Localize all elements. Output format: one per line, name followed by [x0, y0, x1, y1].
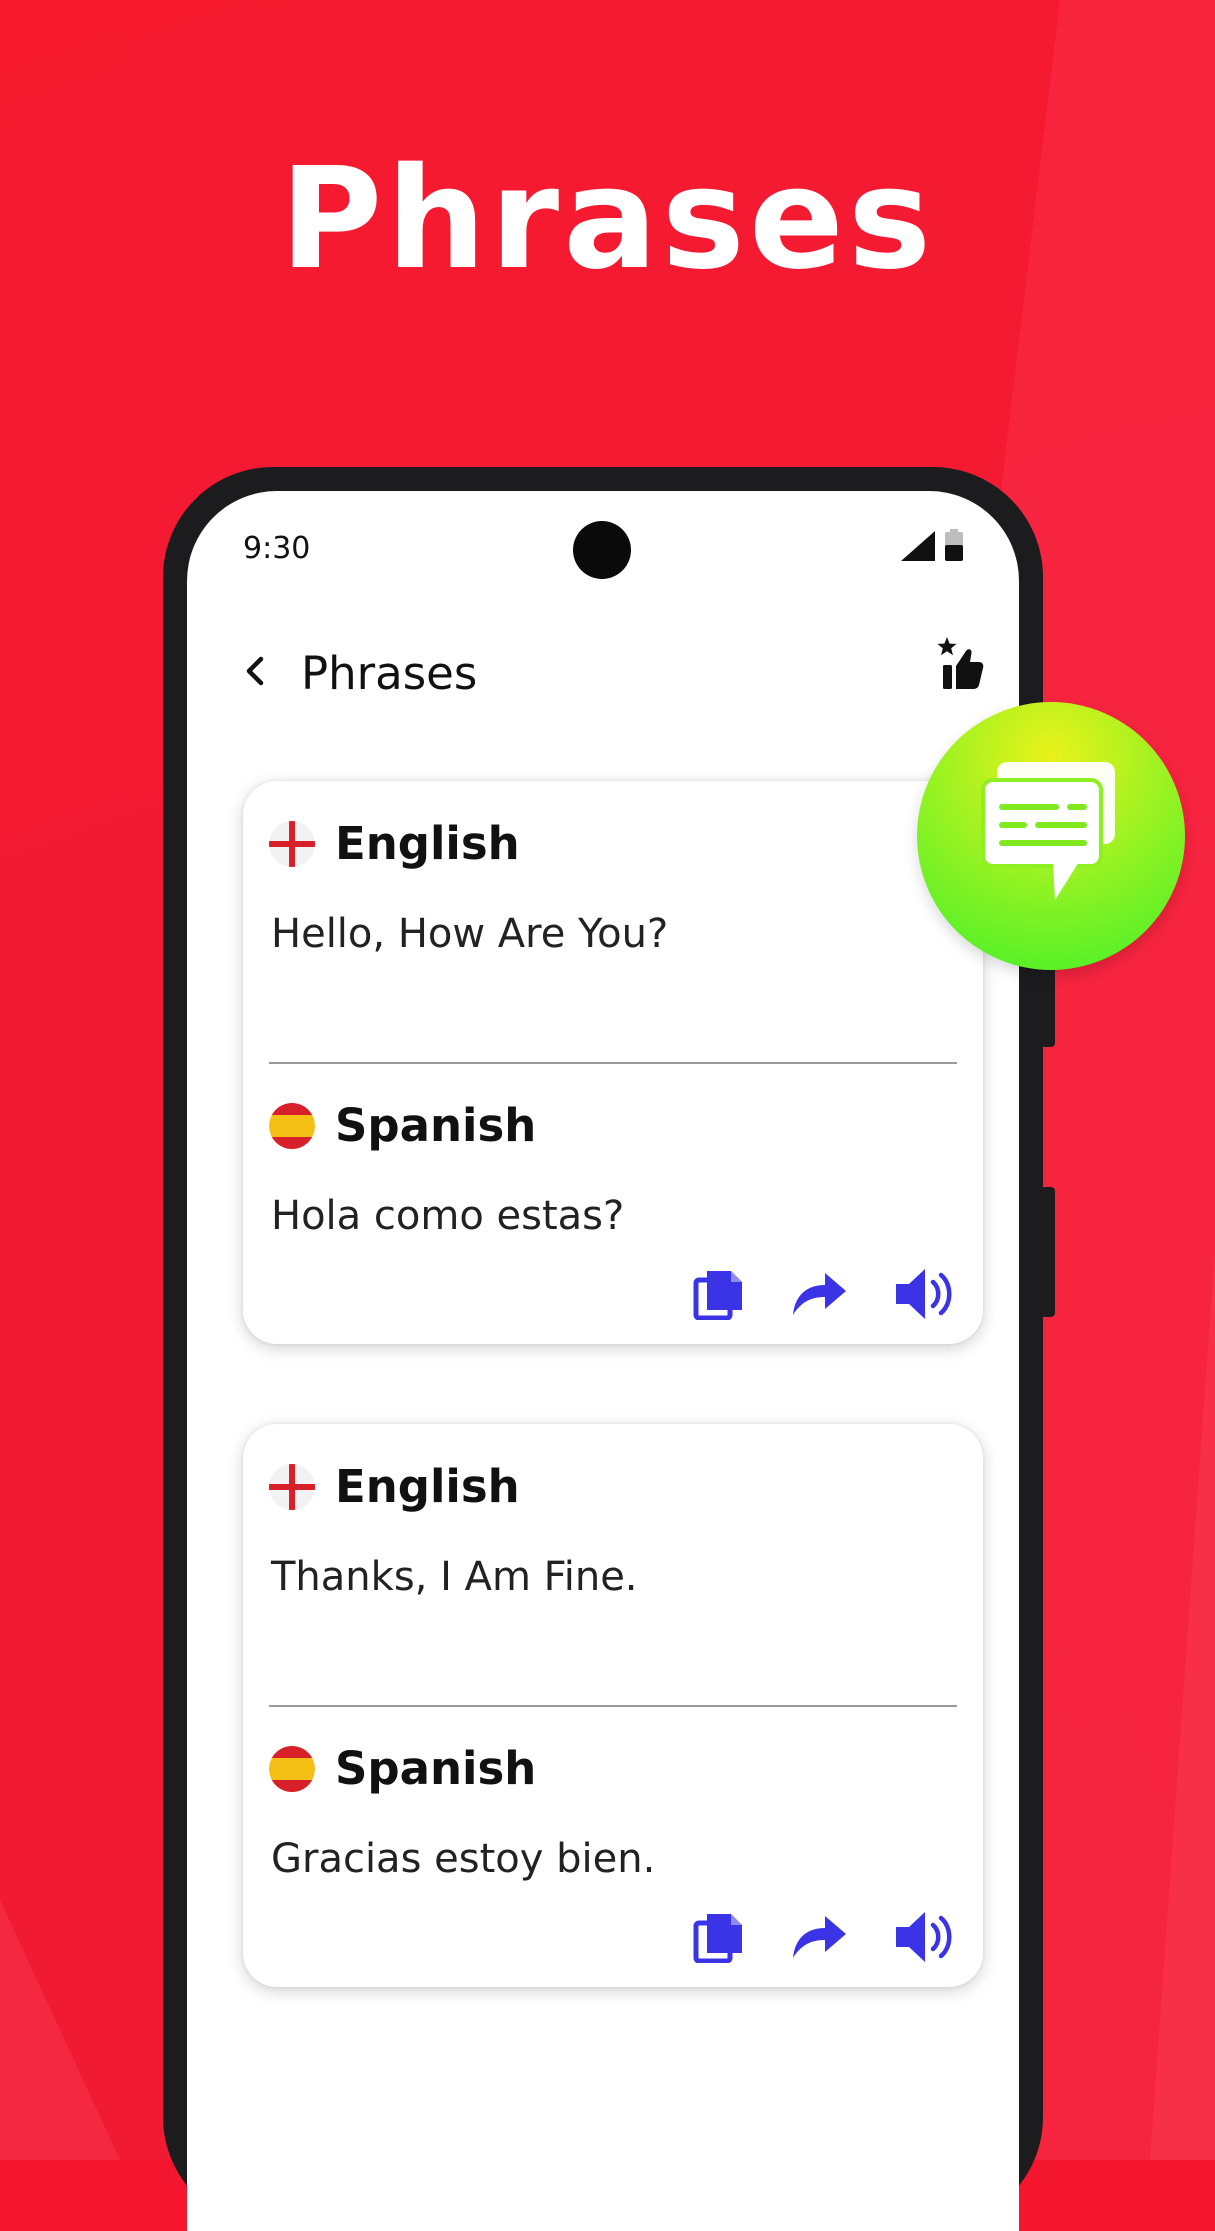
target-phrase-text: Gracias estoy bien.	[271, 1836, 656, 1882]
share-icon	[793, 1916, 846, 1958]
spain-flag-icon	[269, 1102, 315, 1149]
phone-power-button	[1041, 1187, 1055, 1317]
rate-app-button[interactable]	[935, 635, 985, 693]
card-actions	[693, 1909, 959, 1965]
target-language-label: Spanish	[335, 1099, 537, 1152]
app-toolbar: chevron-left-icon Phrases	[187, 621, 1019, 721]
source-language-row: English	[269, 817, 520, 870]
back-button[interactable]: chevron-left-icon	[237, 649, 277, 693]
spain-flag-icon	[269, 1745, 315, 1792]
star-thumbs-up-icon	[937, 637, 984, 689]
source-language-row: English	[269, 1460, 520, 1513]
target-phrase-text: Hola como estas?	[271, 1193, 625, 1239]
phone-screen: 9:30 chevron-left-icon Phrases	[187, 491, 1019, 2231]
source-language-label: English	[335, 817, 520, 870]
front-camera	[573, 521, 631, 579]
england-flag-icon	[269, 1463, 315, 1510]
status-time: 9:30	[243, 531, 311, 566]
card-divider	[269, 1705, 957, 1707]
copy-icon	[693, 1914, 742, 1963]
target-language-label: Spanish	[335, 1742, 537, 1795]
card-actions	[693, 1266, 959, 1322]
share-button[interactable]	[789, 1912, 849, 1962]
source-language-label: English	[335, 1460, 520, 1513]
speak-button[interactable]	[893, 1266, 959, 1322]
target-language-row: Spanish	[269, 1742, 536, 1795]
share-button[interactable]	[789, 1269, 849, 1319]
phrases-feature-badge	[917, 702, 1185, 970]
battery-icon	[945, 529, 963, 561]
phrase-card-1: English Hello, How Are You? Spanish Hola…	[243, 781, 983, 1344]
signal-icon	[901, 531, 935, 561]
source-phrase-text: Thanks, I Am Fine.	[271, 1554, 638, 1600]
source-phrase-text: Hello, How Are You?	[271, 911, 669, 957]
speaker-icon	[896, 1269, 952, 1319]
page-title: Phrases	[301, 647, 478, 700]
status-icons	[901, 529, 963, 561]
england-flag-icon	[269, 820, 315, 867]
phone-frame: 9:30 chevron-left-icon Phrases	[163, 467, 1055, 2231]
copy-icon	[693, 1271, 742, 1320]
card-divider	[269, 1062, 957, 1064]
copy-button[interactable]	[693, 1911, 745, 1963]
speak-button[interactable]	[893, 1909, 959, 1965]
chat-bubbles-icon	[981, 762, 1115, 900]
phrase-card-2: English Thanks, I Am Fine. Spanish Graci…	[243, 1424, 983, 1987]
target-language-row: Spanish	[269, 1099, 536, 1152]
copy-button[interactable]	[693, 1268, 745, 1320]
speaker-icon	[896, 1912, 952, 1962]
share-icon	[793, 1273, 846, 1315]
phone-volume-button	[1041, 957, 1055, 1047]
promo-headline: Phrases	[279, 138, 936, 301]
